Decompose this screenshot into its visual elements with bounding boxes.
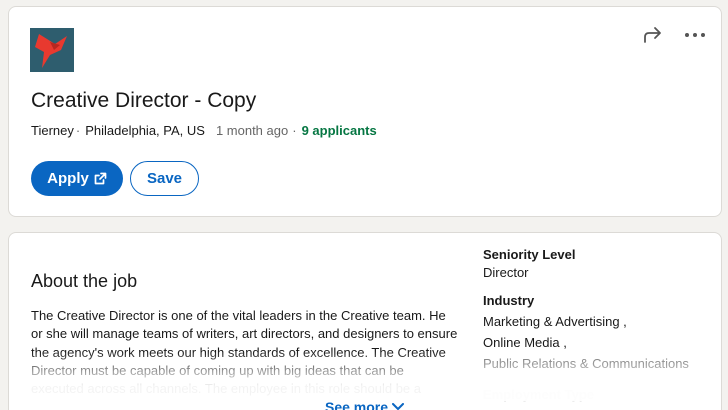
job-criteria: Seniority Level Director Industry Market… [483, 247, 713, 402]
industry-value: Online Media , [483, 335, 567, 350]
header-actions [641, 23, 707, 47]
about-description: The Creative Director is one of the vita… [31, 308, 458, 397]
see-more-label: See more [325, 399, 389, 410]
industry-value: Marketing & Advertising , [483, 314, 627, 329]
more-icon[interactable] [683, 23, 707, 47]
about-heading: About the job [31, 271, 138, 291]
external-link-icon [94, 172, 107, 185]
company-logo[interactable] [30, 28, 74, 72]
job-meta: Tierney · Philadelphia, PA, US 1 month a… [31, 123, 377, 138]
apply-button[interactable]: Apply [31, 161, 123, 196]
employment-type-label: Employment Type [483, 387, 595, 402]
separator-dot: · [292, 123, 297, 138]
save-button[interactable]: Save [130, 161, 199, 196]
job-header-card: Creative Director - Copy Tierney · Phila… [8, 6, 722, 217]
action-buttons: Apply Save [31, 161, 199, 196]
chevron-down-icon [392, 403, 405, 410]
seniority-value: Director [483, 265, 529, 280]
separator-dot: · [75, 123, 81, 138]
seniority-label: Seniority Level [483, 247, 576, 262]
industry-label: Industry [483, 293, 535, 308]
seniority-item: Seniority Level Director [483, 247, 713, 280]
applicants-count: 9 applicants [301, 123, 377, 138]
share-icon[interactable] [641, 23, 665, 47]
company-name[interactable]: Tierney [31, 123, 74, 138]
job-details-card: About the job The Creative Director is o… [8, 232, 722, 410]
job-title: Creative Director - Copy [31, 89, 257, 112]
job-location: Philadelphia, PA, US [85, 123, 205, 138]
industry-item: Industry Marketing & Advertising , Onlin… [483, 293, 713, 374]
posted-time: 1 month ago [215, 123, 289, 138]
apply-label: Apply [47, 170, 89, 187]
see-more-button[interactable]: See more [325, 399, 405, 410]
industry-value: Public Relations & Communications [483, 356, 689, 371]
